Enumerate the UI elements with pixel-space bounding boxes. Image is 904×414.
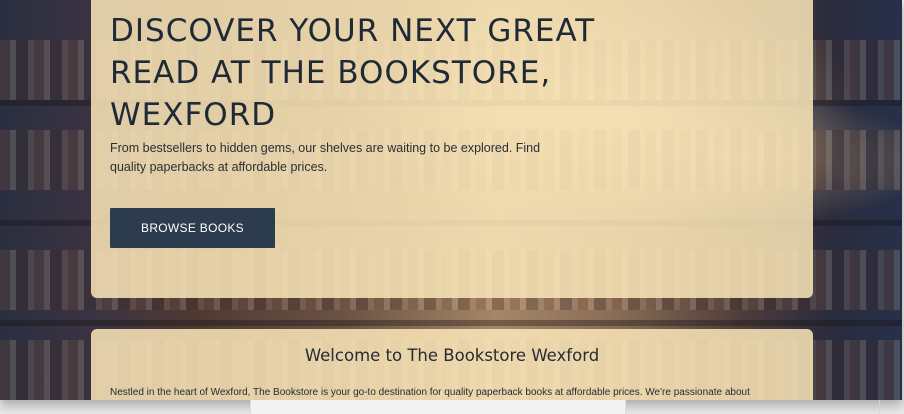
hero-subtitle: From bestsellers to hidden gems, our she… (110, 141, 541, 174)
bottom-tab-area (250, 400, 626, 414)
welcome-section: Welcome to The Bookstore Wexford Nestled… (91, 329, 813, 400)
welcome-title: Welcome to The Bookstore Wexford (304, 346, 600, 365)
browse-books-button[interactable]: BROWSE BOOKS (110, 208, 275, 248)
browser-viewport: DISCOVER YOUR NEXT GREAT READ AT THE BOO… (0, 0, 902, 400)
hero-title: DISCOVER YOUR NEXT GREAT READ AT THE BOO… (110, 13, 596, 133)
shelf-divider (0, 320, 902, 326)
welcome-text: Nestled in the heart of Wexford, The Boo… (110, 387, 750, 398)
scrollbar-edge (879, 400, 880, 414)
hero-section: DISCOVER YOUR NEXT GREAT READ AT THE BOO… (91, 0, 813, 298)
